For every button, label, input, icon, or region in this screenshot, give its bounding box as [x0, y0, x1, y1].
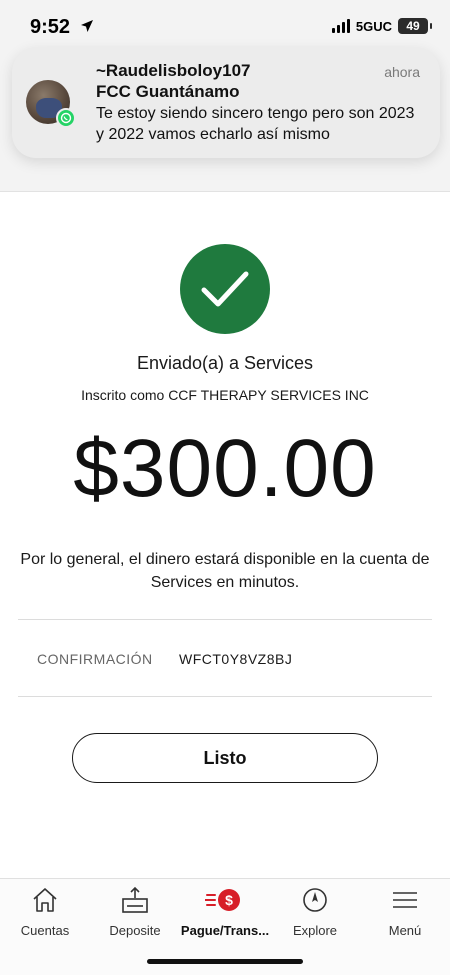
network-type: 5GUC — [355, 18, 392, 34]
whatsapp-icon — [56, 108, 76, 128]
compass-icon — [270, 885, 360, 915]
divider — [18, 619, 432, 620]
location-arrow-icon — [80, 16, 94, 39]
menu-icon — [360, 885, 450, 915]
notification-message: Te estoy siendo sincero tengo pero son 2… — [96, 105, 415, 143]
amount-sent: $300.00 — [73, 423, 377, 514]
divider — [18, 696, 432, 697]
pay-transfer-icon: $ — [180, 885, 270, 915]
home-indicator[interactable] — [147, 959, 303, 964]
status-time: 9:52 — [30, 16, 94, 39]
nav-label-deposite: Deposite — [109, 923, 161, 938]
sent-to-text: Enviado(a) a Services — [136, 353, 314, 373]
battery-icon: 49 — [398, 18, 432, 34]
notification-group: FCC Guantánamo — [96, 82, 240, 101]
clock-text: 9:52 — [30, 16, 71, 38]
nav-label-menu: Menú — [388, 923, 422, 938]
success-checkmark-icon — [180, 244, 270, 334]
nav-item-explore[interactable]: Explore — [270, 885, 360, 945]
notification-sender: ~Raudelisboloy107 — [96, 61, 251, 80]
nav-item-cuentas[interactable]: Cuentas — [0, 885, 90, 945]
nav-label-explore: Explore — [292, 923, 338, 938]
notification-time: ahora — [384, 64, 420, 80]
nav-item-menu[interactable]: Menú — [360, 885, 450, 945]
deposit-icon — [90, 885, 180, 915]
confirmation-code: WFCT0Y8VZ8BJ — [179, 651, 293, 667]
nav-label-pague-trans: Pague/Trans... — [180, 923, 270, 938]
cell-signal-icon — [331, 19, 350, 33]
done-button[interactable]: Listo — [72, 733, 378, 783]
availability-note: Por lo general, el dinero estará disponi… — [20, 551, 430, 591]
status-bar: 9:52 5GUC 49 — [0, 0, 450, 52]
nav-item-deposite[interactable]: Deposite — [90, 885, 180, 945]
notification-banner[interactable]: ~Raudelisboloy107 FCC Guantánamo ahora T… — [12, 48, 440, 158]
house-icon — [0, 885, 90, 915]
nav-label-cuentas: Cuentas — [20, 923, 70, 938]
svg-text:$: $ — [225, 892, 233, 908]
enrolled-as-text: Inscrito como CCF THERAPY SERVICES INC — [81, 387, 369, 403]
confirmation-label: CONFIRMACIÓN — [37, 651, 153, 667]
status-indicators: 5GUC 49 — [331, 18, 432, 34]
nav-item-pague-trans[interactable]: $ Pague/Trans... — [180, 885, 270, 945]
